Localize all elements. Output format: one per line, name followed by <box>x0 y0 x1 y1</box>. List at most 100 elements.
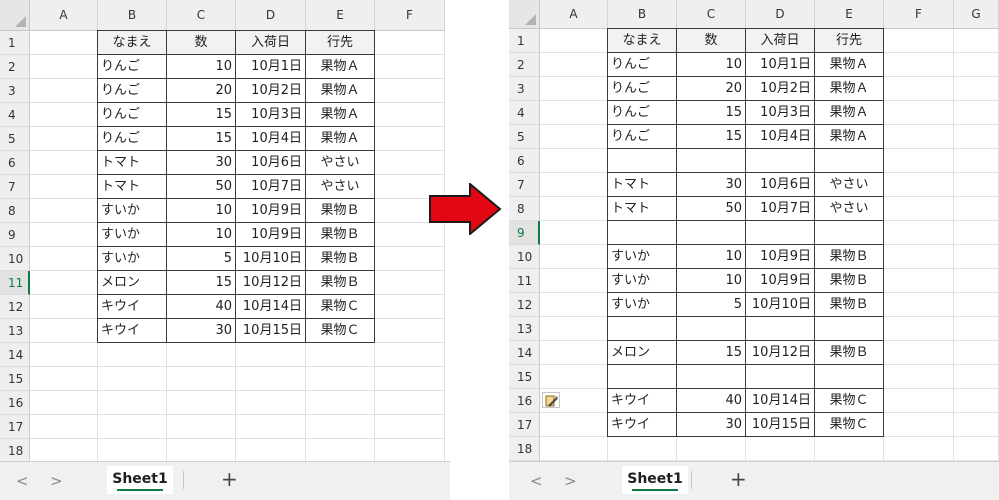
row-header-8[interactable]: 8 <box>509 197 540 221</box>
name-cell[interactable]: りんご <box>97 127 167 151</box>
count-cell[interactable]: 30 <box>167 151 236 175</box>
row-header-11[interactable]: 11 <box>0 271 30 295</box>
date-cell[interactable]: 10月12日 <box>236 271 306 295</box>
name-cell[interactable]: トマト <box>97 175 167 199</box>
count-cell[interactable]: 50 <box>167 175 236 199</box>
date-cell[interactable] <box>746 221 815 245</box>
row-header-6[interactable]: 6 <box>0 151 30 175</box>
column-header-f[interactable]: F <box>884 0 954 29</box>
count-cell[interactable]: 5 <box>167 247 236 271</box>
row-header-16[interactable]: 16 <box>0 391 30 415</box>
destination-cell[interactable]: 果物Ａ <box>815 101 884 125</box>
count-cell[interactable]: 30 <box>677 173 746 197</box>
row-header-13[interactable]: 13 <box>509 317 540 341</box>
destination-cell[interactable]: やさい <box>306 175 375 199</box>
table-header-cell[interactable]: 数 <box>167 30 236 55</box>
next-sheet-button[interactable]: > <box>50 472 63 490</box>
name-cell[interactable] <box>607 365 677 389</box>
row-header-10[interactable]: 10 <box>0 247 30 271</box>
name-cell[interactable]: りんご <box>607 125 677 149</box>
date-cell[interactable]: 10月7日 <box>746 197 815 221</box>
date-cell[interactable]: 10月12日 <box>746 341 815 365</box>
destination-cell[interactable]: 果物Ｂ <box>815 269 884 293</box>
destination-cell[interactable] <box>815 221 884 245</box>
date-cell[interactable]: 10月4日 <box>236 127 306 151</box>
count-cell[interactable]: 20 <box>677 77 746 101</box>
count-cell[interactable]: 5 <box>677 293 746 317</box>
next-sheet-button[interactable]: > <box>564 472 577 490</box>
row-header-12[interactable]: 12 <box>509 293 540 317</box>
column-header-c[interactable]: C <box>167 0 236 31</box>
row-header-10[interactable]: 10 <box>509 245 540 269</box>
row-header-1[interactable]: 1 <box>509 29 540 53</box>
row-header-14[interactable]: 14 <box>0 343 30 367</box>
count-cell[interactable] <box>677 365 746 389</box>
row-header-2[interactable]: 2 <box>509 53 540 77</box>
column-header-b[interactable]: B <box>608 0 677 29</box>
name-cell[interactable] <box>607 221 677 245</box>
row-header-12[interactable]: 12 <box>0 295 30 319</box>
table-header-cell[interactable]: なまえ <box>97 30 167 55</box>
row-header-9[interactable]: 9 <box>0 223 30 247</box>
date-cell[interactable]: 10月14日 <box>236 295 306 319</box>
destination-cell[interactable] <box>815 317 884 341</box>
destination-cell[interactable]: 果物Ａ <box>815 77 884 101</box>
row-header-5[interactable]: 5 <box>509 125 540 149</box>
table-header-cell[interactable]: 数 <box>677 28 746 53</box>
column-header-g[interactable]: G <box>954 0 999 29</box>
destination-cell[interactable]: 果物Ｂ <box>306 223 375 247</box>
destination-cell[interactable]: 果物Ａ <box>306 103 375 127</box>
name-cell[interactable]: トマト <box>97 151 167 175</box>
count-cell[interactable]: 30 <box>167 319 236 343</box>
row-header-7[interactable]: 7 <box>0 175 30 199</box>
count-cell[interactable]: 15 <box>167 103 236 127</box>
table-header-cell[interactable]: 行先 <box>306 30 375 55</box>
name-cell[interactable]: すいか <box>97 199 167 223</box>
date-cell[interactable] <box>746 149 815 173</box>
name-cell[interactable]: りんご <box>97 55 167 79</box>
row-header-3[interactable]: 3 <box>509 77 540 101</box>
name-cell[interactable]: キウイ <box>97 295 167 319</box>
column-header-a[interactable]: A <box>540 0 608 29</box>
row-header-6[interactable]: 6 <box>509 149 540 173</box>
name-cell[interactable]: すいか <box>97 247 167 271</box>
date-cell[interactable]: 10月4日 <box>746 125 815 149</box>
date-cell[interactable] <box>746 317 815 341</box>
count-cell[interactable]: 15 <box>167 127 236 151</box>
row-header-13[interactable]: 13 <box>0 319 30 343</box>
name-cell[interactable]: りんご <box>607 101 677 125</box>
column-header-a[interactable]: A <box>30 0 98 31</box>
name-cell[interactable]: りんご <box>97 103 167 127</box>
name-cell[interactable]: すいか <box>607 269 677 293</box>
count-cell[interactable]: 10 <box>167 55 236 79</box>
row-header-17[interactable]: 17 <box>509 413 540 437</box>
column-header-c[interactable]: C <box>677 0 746 29</box>
name-cell[interactable]: キウイ <box>607 413 677 437</box>
count-cell[interactable]: 50 <box>677 197 746 221</box>
row-header-18[interactable]: 18 <box>0 439 30 463</box>
date-cell[interactable]: 10月10日 <box>746 293 815 317</box>
date-cell[interactable]: 10月15日 <box>746 413 815 437</box>
destination-cell[interactable]: 果物Ｂ <box>815 293 884 317</box>
row-header-17[interactable]: 17 <box>0 415 30 439</box>
table-header-cell[interactable]: 入荷日 <box>236 30 306 55</box>
date-cell[interactable]: 10月9日 <box>746 245 815 269</box>
count-cell[interactable]: 15 <box>677 341 746 365</box>
destination-cell[interactable]: 果物Ｃ <box>306 319 375 343</box>
row-header-2[interactable]: 2 <box>0 55 30 79</box>
row-header-4[interactable]: 4 <box>509 101 540 125</box>
destination-cell[interactable]: 果物Ａ <box>815 125 884 149</box>
destination-cell[interactable]: 果物Ｂ <box>306 199 375 223</box>
row-header-1[interactable]: 1 <box>0 31 30 55</box>
date-cell[interactable]: 10月3日 <box>236 103 306 127</box>
select-all-corner[interactable] <box>509 0 540 29</box>
row-header-5[interactable]: 5 <box>0 127 30 151</box>
destination-cell[interactable] <box>815 149 884 173</box>
count-cell[interactable] <box>677 221 746 245</box>
date-cell[interactable]: 10月7日 <box>236 175 306 199</box>
date-cell[interactable]: 10月1日 <box>746 53 815 77</box>
count-cell[interactable]: 10 <box>677 245 746 269</box>
count-cell[interactable]: 10 <box>677 53 746 77</box>
row-header-7[interactable]: 7 <box>509 173 540 197</box>
row-header-3[interactable]: 3 <box>0 79 30 103</box>
